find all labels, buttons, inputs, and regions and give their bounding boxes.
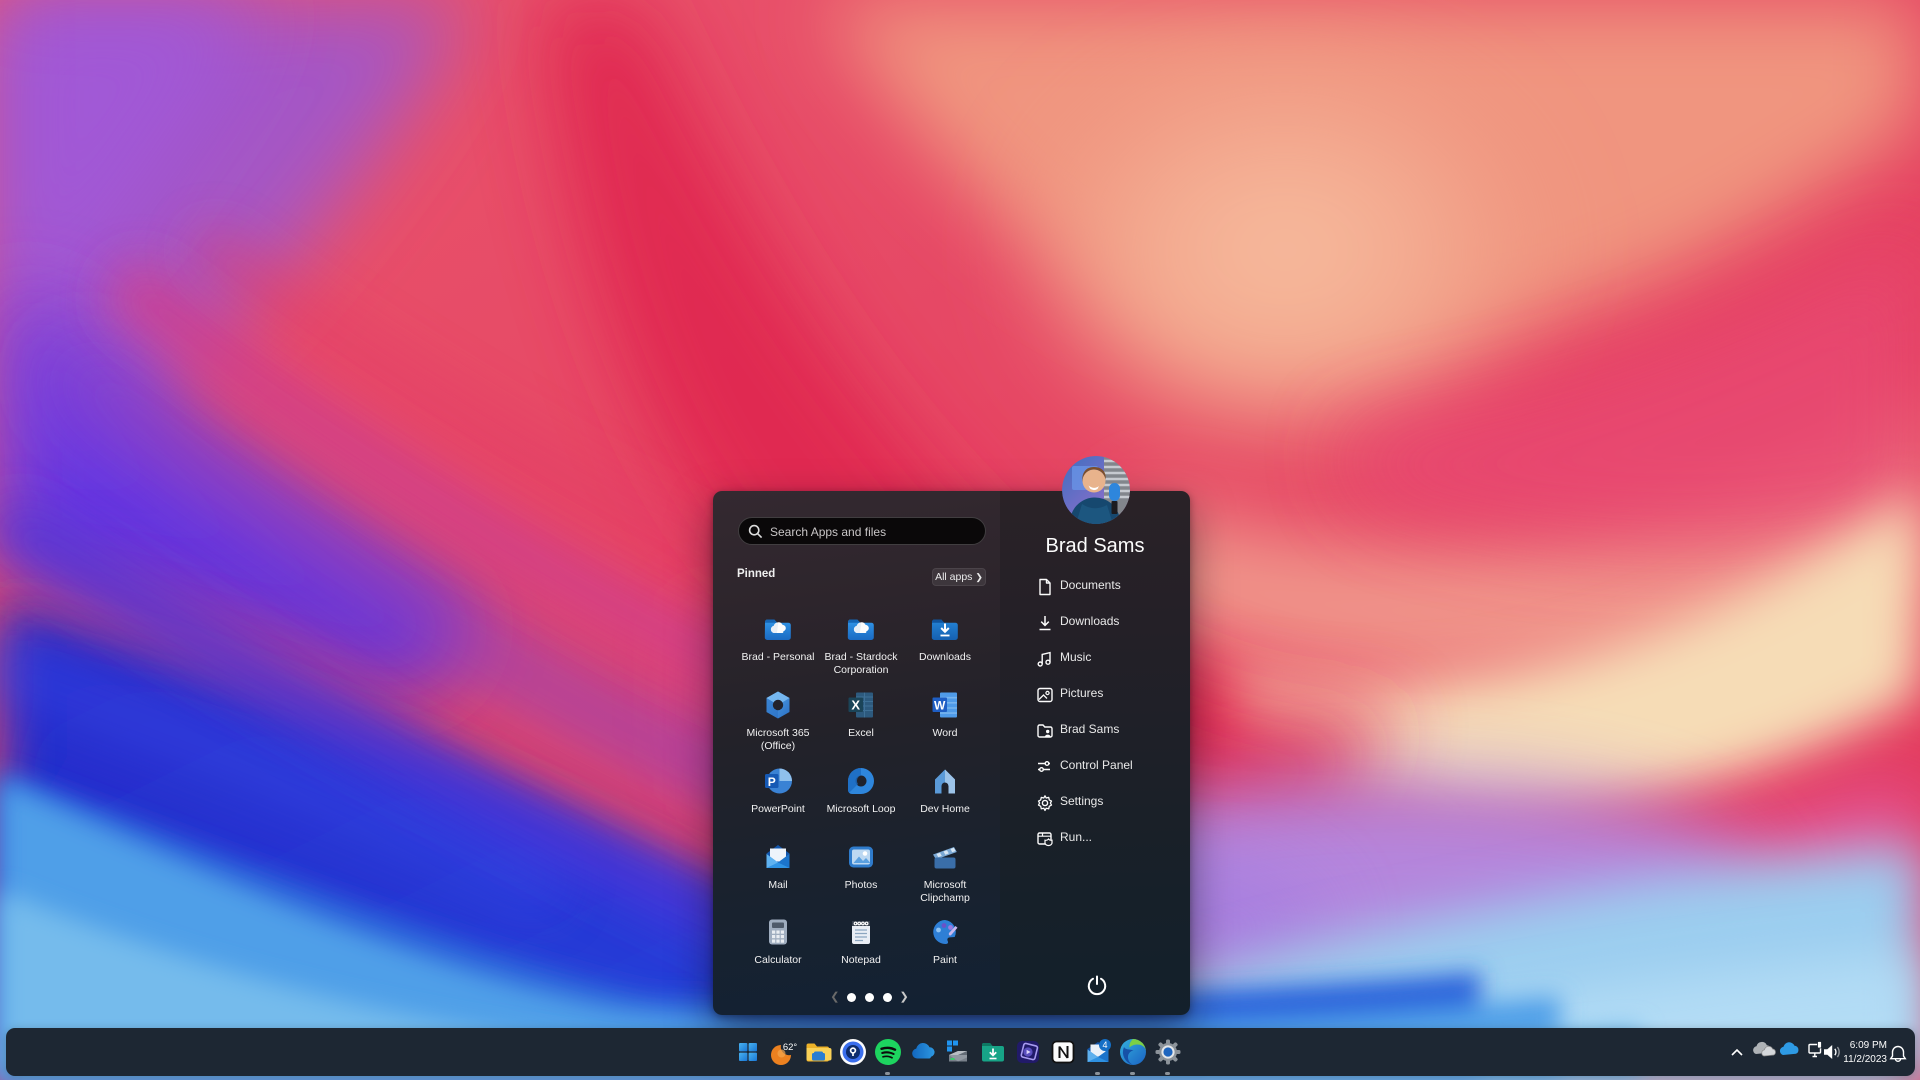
svg-text:4: 4 bbox=[1102, 1040, 1107, 1050]
svg-text:P: P bbox=[768, 775, 776, 789]
svg-text:62°: 62° bbox=[783, 1042, 798, 1053]
svg-text:X: X bbox=[851, 698, 860, 713]
svg-text:W: W bbox=[934, 699, 946, 713]
